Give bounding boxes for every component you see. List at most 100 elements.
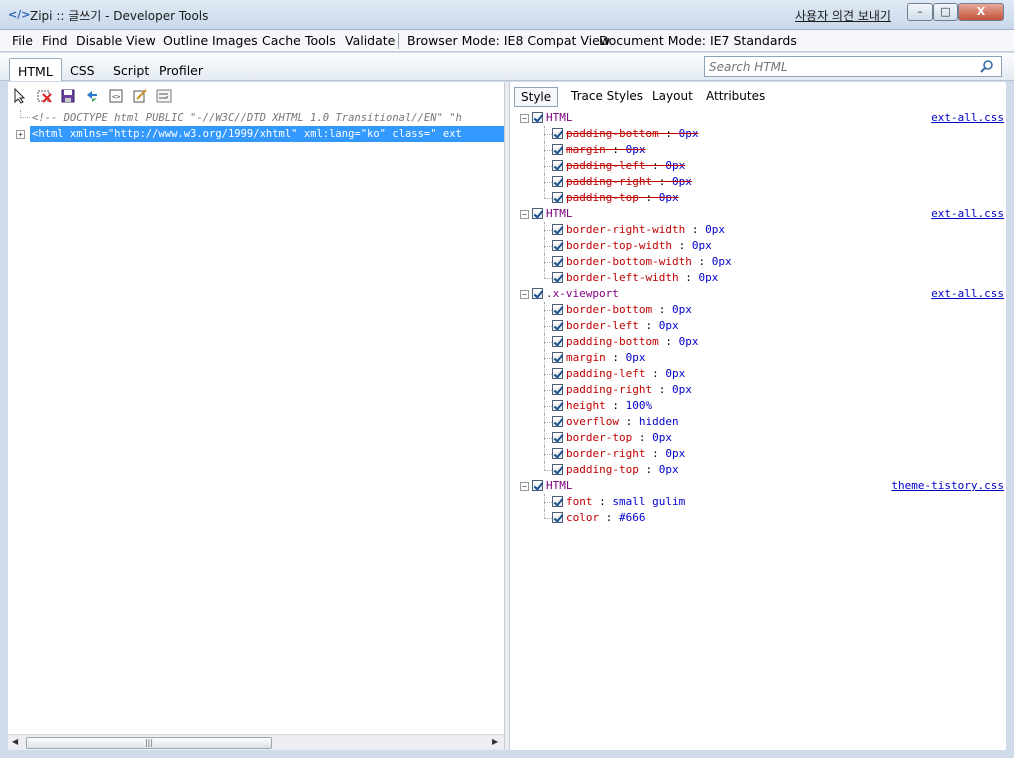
property-colon: :	[605, 351, 626, 364]
tree-row-html[interactable]: + <html xmlns="http://www.w3.org/1999/xh…	[8, 126, 504, 142]
property-entry[interactable]: padding-top : 0px	[566, 190, 679, 206]
property-checkbox[interactable]	[552, 416, 563, 427]
property-entry[interactable]: margin : 0px	[566, 350, 646, 366]
select-element-icon[interactable]	[12, 88, 28, 104]
property-checkbox[interactable]	[552, 128, 563, 139]
rule-source-link[interactable]: ext-all.css	[931, 286, 1004, 302]
property-entry[interactable]: padding-bottom : 0px	[566, 126, 698, 142]
property-checkbox[interactable]	[552, 160, 563, 171]
collapse-icon[interactable]: −	[520, 482, 529, 491]
property-checkbox[interactable]	[552, 448, 563, 459]
property-checkbox[interactable]	[552, 176, 563, 187]
rule-source-link[interactable]: ext-all.css	[931, 110, 1004, 126]
search-input[interactable]	[709, 59, 979, 74]
property-checkbox[interactable]	[552, 320, 563, 331]
menu-validate[interactable]: Validate	[345, 33, 395, 48]
collapse-icon[interactable]: −	[520, 114, 529, 123]
browser-mode-menu[interactable]: Browser Mode: IE8 Compat View	[407, 33, 610, 48]
property-checkbox[interactable]	[552, 432, 563, 443]
property-checkbox[interactable]	[552, 368, 563, 379]
tab-profiler[interactable]: Profiler	[151, 58, 211, 81]
property-entry[interactable]: padding-left : 0px	[566, 158, 685, 174]
property-entry[interactable]: border-left-width : 0px	[566, 270, 718, 286]
tab-script[interactable]: Script	[105, 58, 157, 81]
property-entry[interactable]: overflow : hidden	[566, 414, 679, 430]
property-entry[interactable]: padding-bottom : 0px	[566, 334, 698, 350]
subtab-attributes[interactable]: Attributes	[700, 87, 771, 107]
property-checkbox[interactable]	[552, 400, 563, 411]
element-source-icon[interactable]: <>	[108, 88, 124, 104]
property-entry[interactable]: border-bottom : 0px	[566, 302, 692, 318]
minimize-button[interactable]: –	[907, 3, 933, 21]
word-wrap-icon[interactable]	[156, 88, 172, 104]
property-entry[interactable]: height : 100%	[566, 398, 652, 414]
rule-checkbox[interactable]	[532, 480, 543, 491]
menu-file[interactable]: File	[12, 33, 33, 48]
collapse-icon[interactable]: −	[520, 290, 529, 299]
rule-checkbox[interactable]	[532, 208, 543, 219]
search-icon[interactable]	[979, 59, 995, 75]
property-entry[interactable]: border-right : 0px	[566, 446, 685, 462]
property-checkbox[interactable]	[552, 464, 563, 475]
property-entry[interactable]: color : #666	[566, 510, 646, 526]
html-node-selected[interactable]: <html xmlns="http://www.w3.org/1999/xhtm…	[30, 126, 504, 142]
expand-icon[interactable]: +	[16, 130, 25, 139]
rule-checkbox[interactable]	[532, 288, 543, 299]
property-checkbox[interactable]	[552, 272, 563, 283]
property-entry[interactable]: font : small gulim	[566, 494, 685, 510]
property-entry[interactable]: padding-right : 0px	[566, 382, 692, 398]
property-value: 0px	[671, 303, 692, 316]
property-entry[interactable]: border-bottom-width : 0px	[566, 254, 732, 270]
save-icon[interactable]	[60, 88, 76, 104]
property-value: 0px	[658, 191, 679, 204]
send-feedback-link[interactable]: 사용자 의견 보내기	[795, 7, 891, 24]
property-entry[interactable]: margin : 0px	[566, 142, 646, 158]
subtab-style[interactable]: Style	[514, 87, 559, 107]
property-checkbox[interactable]	[552, 304, 563, 315]
scroll-left-arrow-icon[interactable]: ◀	[12, 737, 18, 746]
property-checkbox[interactable]	[552, 336, 563, 347]
rule-checkbox[interactable]	[532, 112, 543, 123]
edit-icon[interactable]	[132, 88, 148, 104]
property-colon: :	[658, 127, 679, 140]
subtab-layout[interactable]: Layout	[646, 87, 699, 107]
property-checkbox[interactable]	[552, 224, 563, 235]
property-entry[interactable]: border-top : 0px	[566, 430, 672, 446]
menu-outline[interactable]: Outline	[163, 33, 208, 48]
property-entry[interactable]: border-top-width : 0px	[566, 238, 712, 254]
scrollbar-thumb[interactable]: |||	[26, 737, 272, 749]
property-checkbox[interactable]	[552, 192, 563, 203]
property-checkbox[interactable]	[552, 384, 563, 395]
document-mode-menu[interactable]: Document Mode: IE7 Standards	[599, 33, 797, 48]
menu-disable[interactable]: Disable	[76, 33, 122, 48]
collapse-icon[interactable]: −	[520, 210, 529, 219]
property-entry[interactable]: border-left : 0px	[566, 318, 679, 334]
scroll-right-arrow-icon[interactable]: ▶	[492, 737, 498, 746]
tab-html[interactable]: HTML	[9, 58, 62, 81]
menu-view[interactable]: View	[126, 33, 156, 48]
property-entry[interactable]: padding-left : 0px	[566, 366, 685, 382]
property-entry[interactable]: padding-right : 0px	[566, 174, 692, 190]
property-checkbox[interactable]	[552, 240, 563, 251]
clear-outlines-icon[interactable]	[37, 88, 53, 104]
close-button[interactable]: X	[958, 3, 1004, 21]
refresh-icon[interactable]	[84, 88, 100, 104]
property-entry[interactable]: padding-top : 0px	[566, 462, 679, 478]
property-checkbox[interactable]	[552, 256, 563, 267]
tree-row-doctype[interactable]: <!-- DOCTYPE html PUBLIC "-//W3C//DTD XH…	[8, 110, 504, 126]
menu-images[interactable]: Images	[212, 33, 258, 48]
subtab-trace-styles[interactable]: Trace Styles	[565, 87, 649, 107]
property-checkbox[interactable]	[552, 352, 563, 363]
rule-source-link[interactable]: ext-all.css	[931, 206, 1004, 222]
maximize-button[interactable]: □	[933, 3, 958, 21]
property-checkbox[interactable]	[552, 512, 563, 523]
rule-source-link[interactable]: theme-tistory.css	[891, 478, 1004, 494]
menu-find[interactable]: Find	[42, 33, 68, 48]
menu-cache[interactable]: Cache	[262, 33, 301, 48]
horizontal-scrollbar[interactable]: ◀ ||| ▶	[8, 734, 504, 750]
menu-tools[interactable]: Tools	[305, 33, 336, 48]
property-entry[interactable]: border-right-width : 0px	[566, 222, 725, 238]
property-checkbox[interactable]	[552, 144, 563, 155]
property-checkbox[interactable]	[552, 496, 563, 507]
tab-css[interactable]: CSS	[62, 58, 103, 81]
